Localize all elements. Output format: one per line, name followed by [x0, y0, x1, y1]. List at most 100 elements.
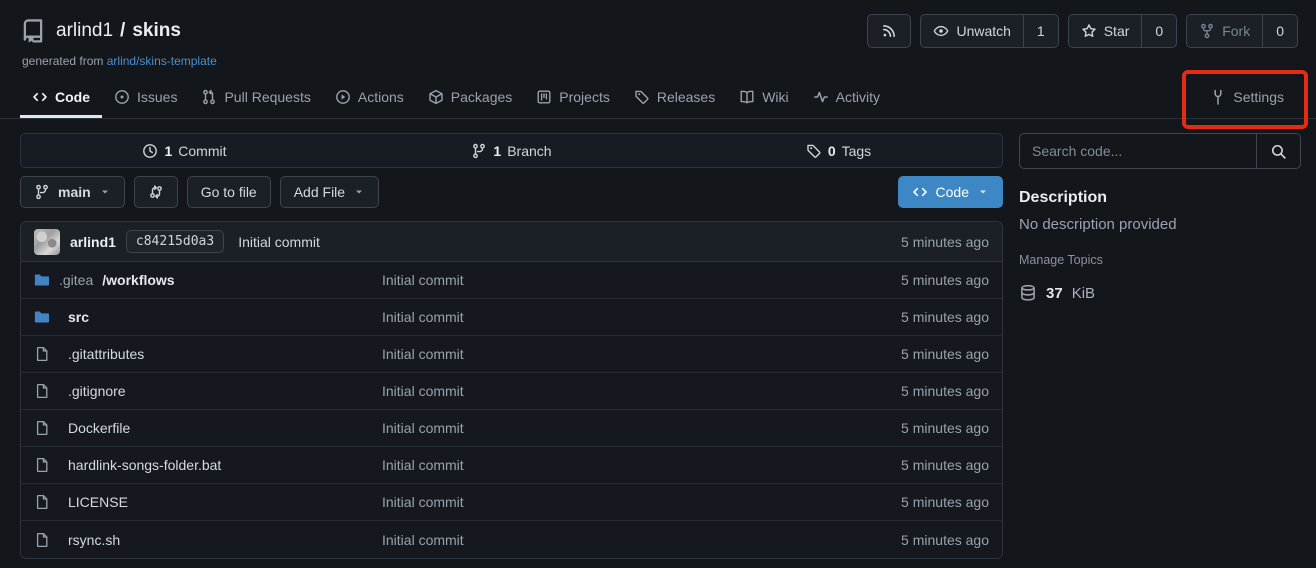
database-icon	[1019, 284, 1037, 302]
actions-icon	[335, 89, 351, 105]
file-row[interactable]: rsync.sh Initial commit5 minutes ago	[21, 521, 1002, 558]
file-row[interactable]: DockerfileInitial commit5 minutes ago	[21, 410, 1002, 447]
file-name-link[interactable]: rsync.sh	[34, 532, 382, 548]
code-download-button[interactable]: Code	[898, 176, 1003, 208]
summary-branch[interactable]: 1 Branch	[348, 143, 675, 159]
star-icon	[1081, 23, 1097, 39]
tab-actions[interactable]: Actions	[323, 76, 416, 118]
file-commit-time: 5 minutes ago	[901, 272, 989, 288]
file-name-link[interactable]: Dockerfile	[34, 420, 382, 436]
commit-author-link[interactable]: arlind1	[70, 234, 116, 250]
file-commit-time: 5 minutes ago	[901, 532, 989, 548]
tab-projects[interactable]: Projects	[524, 76, 622, 118]
file-commit-message-link[interactable]: Initial commit	[382, 532, 901, 548]
watch-button-group: Unwatch 1	[920, 14, 1058, 48]
package-icon	[428, 89, 444, 105]
description-title: Description	[1019, 189, 1301, 207]
file-name-link[interactable]: .gitignore	[34, 383, 382, 399]
branch-selector[interactable]: main	[20, 176, 125, 208]
caret-down-icon	[353, 186, 365, 198]
file-row[interactable]: hardlink-songs-folder.batInitial commit5…	[21, 447, 1002, 484]
code-icon	[32, 89, 48, 105]
fork-label: Fork	[1222, 23, 1250, 39]
file-commit-time: 5 minutes ago	[901, 346, 989, 362]
file-commit-message-link[interactable]: Initial commit	[382, 309, 901, 325]
file-commit-message-link[interactable]: Initial commit	[382, 494, 901, 510]
star-count[interactable]: 0	[1141, 15, 1176, 47]
summary-label: Tags	[842, 143, 872, 159]
unwatch-label: Unwatch	[956, 23, 1010, 39]
file-commit-message-link[interactable]: Initial commit	[382, 383, 901, 399]
commit-message-link[interactable]: Initial commit	[238, 234, 320, 250]
rss-button[interactable]	[867, 14, 911, 48]
file-commit-time: 5 minutes ago	[901, 494, 989, 510]
file-base-name: src	[68, 309, 89, 325]
caret-down-icon	[977, 186, 989, 198]
file-row[interactable]: srcInitial commit5 minutes ago	[21, 299, 1002, 336]
summary-label: Branch	[507, 143, 551, 159]
tab-wiki[interactable]: Wiki	[727, 76, 800, 118]
summary-label: Commit	[178, 143, 226, 159]
tab-label: Issues	[137, 89, 177, 105]
file-name-link[interactable]: .gitea/workflows	[34, 272, 382, 288]
file-icon	[34, 420, 50, 436]
tab-activity[interactable]: Activity	[801, 76, 892, 118]
tab-settings[interactable]: Settings	[1196, 76, 1298, 118]
file-commit-message-link[interactable]: Initial commit	[382, 346, 901, 362]
file-row[interactable]: .gitignoreInitial commit5 minutes ago	[21, 373, 1002, 410]
file-base-name: rsync.sh	[68, 532, 120, 548]
unwatch-button[interactable]: Unwatch	[921, 15, 1022, 47]
commit-sha-badge[interactable]: c84215d0a3	[126, 230, 224, 253]
file-commit-time: 5 minutes ago	[901, 420, 989, 436]
repo-name-link[interactable]: skins	[132, 20, 181, 42]
fork-count[interactable]: 0	[1262, 15, 1297, 47]
tab-pull-requests[interactable]: Pull Requests	[189, 76, 322, 118]
file-icon	[34, 494, 50, 510]
wiki-icon	[739, 89, 755, 105]
search-button[interactable]	[1256, 134, 1300, 168]
latest-commit-row: arlind1 c84215d0a3 Initial commit 5 minu…	[21, 222, 1002, 262]
file-name-link[interactable]: src	[34, 309, 382, 325]
tab-issues[interactable]: Issues	[102, 76, 189, 118]
manage-topics-link[interactable]: Manage Topics	[1019, 253, 1103, 267]
go-to-file-button[interactable]: Go to file	[187, 176, 271, 208]
avatar[interactable]	[34, 229, 60, 255]
compare-button[interactable]	[134, 176, 178, 208]
compare-icon	[148, 184, 164, 200]
file-row[interactable]: .gitattributesInitial commit5 minutes ag…	[21, 336, 1002, 373]
tab-releases[interactable]: Releases	[622, 76, 727, 118]
file-name-link[interactable]: .gitattributes	[34, 346, 382, 362]
file-base-name: LICENSE	[68, 494, 128, 510]
repo-size-value: 37	[1046, 285, 1063, 302]
tab-code[interactable]: Code	[20, 76, 102, 118]
template-repo-link[interactable]: arlind/skins-template	[107, 54, 217, 68]
tag-icon	[634, 89, 650, 105]
search-input[interactable]	[1020, 134, 1256, 168]
page-title: arlind1 / skins	[56, 20, 181, 42]
file-commit-message-link[interactable]: Initial commit	[382, 420, 901, 436]
add-file-button[interactable]: Add File	[280, 176, 379, 208]
summary-count: 1	[493, 143, 501, 159]
file-icon	[34, 457, 50, 473]
tab-packages[interactable]: Packages	[416, 76, 524, 118]
file-commit-message-link[interactable]: Initial commit	[382, 272, 901, 288]
header-actions: Unwatch 1 Star 0	[867, 14, 1298, 48]
file-row[interactable]: LICENSE Initial commit5 minutes ago	[21, 484, 1002, 521]
repo-owner-link[interactable]: arlind1	[56, 20, 113, 42]
fork-icon	[1199, 23, 1215, 39]
summary-commit[interactable]: 1Commit	[21, 143, 348, 159]
file-commit-message-link[interactable]: Initial commit	[382, 457, 901, 473]
sidebar: Description No description provided Mana…	[1019, 133, 1301, 559]
summary-tags[interactable]: 0Tags	[675, 143, 1002, 159]
repo-summary-bar: 1Commit 1 Branch 0Tags	[20, 133, 1003, 168]
file-list: .gitea/workflowsInitial commit5 minutes …	[21, 262, 1002, 558]
folder-icon	[34, 309, 50, 325]
watch-count[interactable]: 1	[1023, 15, 1058, 47]
file-name-link[interactable]: LICENSE	[34, 494, 382, 510]
file-row[interactable]: .gitea/workflowsInitial commit5 minutes …	[21, 262, 1002, 299]
fork-button[interactable]: Fork	[1187, 15, 1262, 47]
star-button[interactable]: Star	[1069, 15, 1142, 47]
repo-toolbar: main Go to file Add File	[20, 176, 1003, 208]
file-name-link[interactable]: hardlink-songs-folder.bat	[34, 457, 382, 473]
generated-from: generated from arlind/skins-template	[22, 54, 1298, 68]
